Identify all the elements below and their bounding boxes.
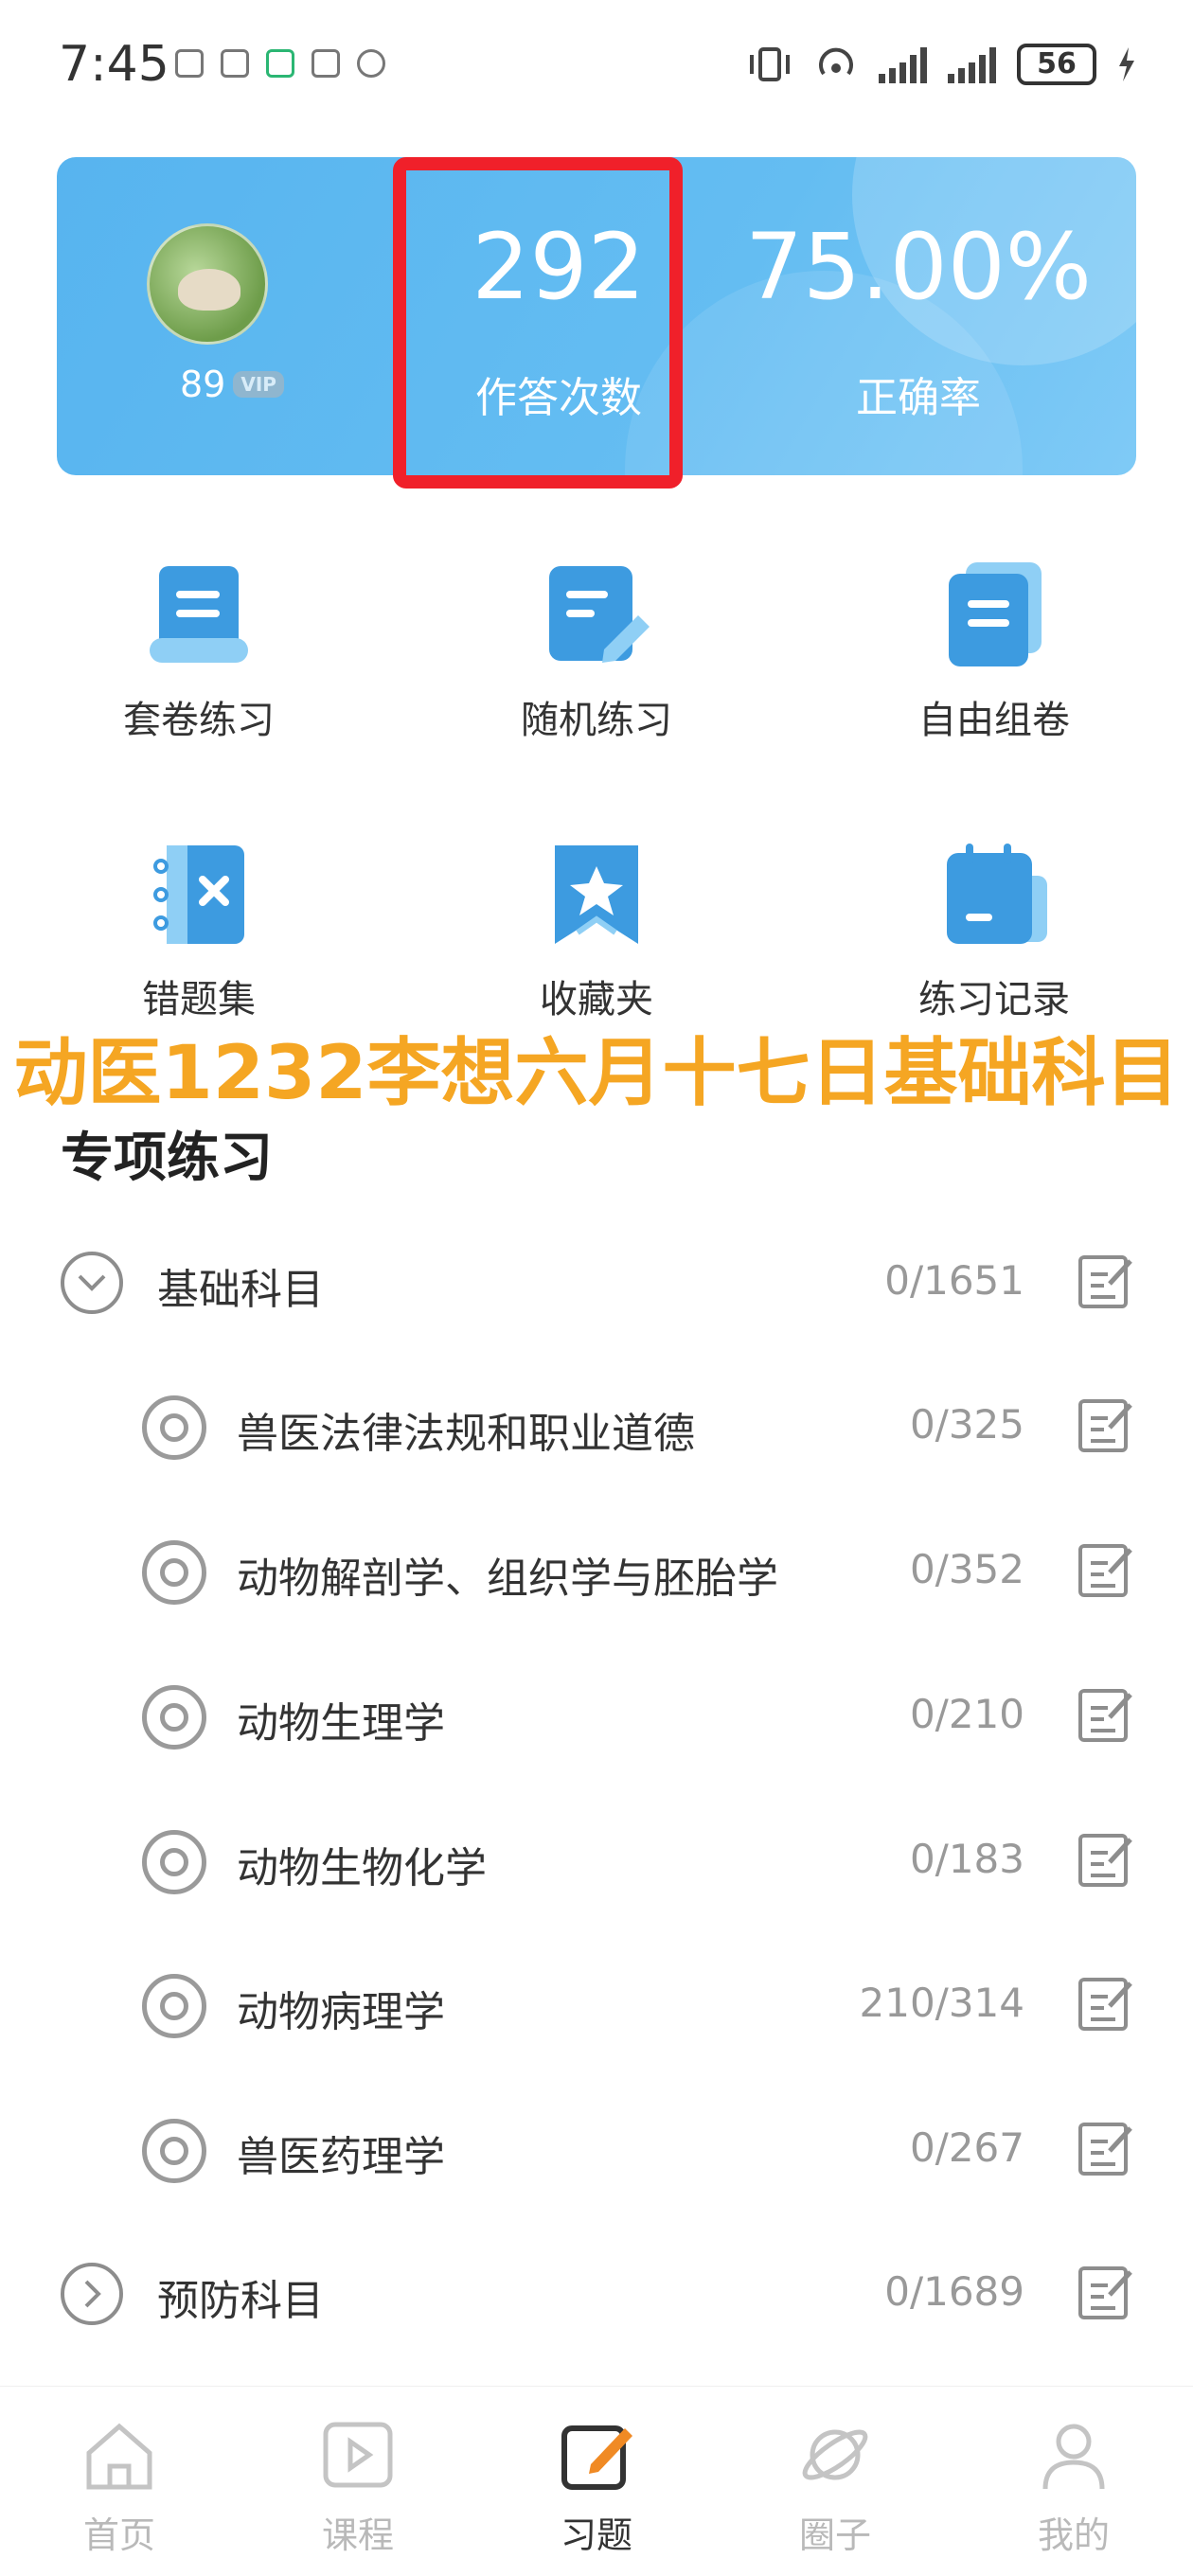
tab-profile[interactable]: 我的: [954, 2415, 1193, 2558]
tab-label: 首页: [82, 2514, 155, 2556]
subject-row[interactable]: 动物生物化学 0/183: [0, 1792, 1193, 1934]
stacked-docs-icon: [937, 559, 1051, 672]
category-label: 预防科目: [157, 2277, 324, 2325]
app-notification-icon: [175, 49, 204, 78]
feature-wrong-questions[interactable]: 错题集: [0, 838, 398, 1023]
radio-icon: [142, 1685, 206, 1750]
feature-favorites[interactable]: 收藏夹: [398, 838, 795, 1023]
edit-icon[interactable]: [1077, 2263, 1134, 2321]
edit-icon[interactable]: [1077, 1252, 1134, 1310]
doc-pencil-icon: [540, 559, 653, 672]
overlay-caption: 动医1232李想六月十七日基础科目: [13, 1031, 1180, 1116]
user-icon: [1042, 2424, 1105, 2490]
subject-count: 210/314: [859, 1980, 1024, 2026]
feature-label: 错题集: [142, 978, 256, 1022]
app-notification-icon: [266, 49, 294, 78]
edit-icon[interactable]: [1077, 1395, 1134, 1454]
planet-icon: [802, 2429, 868, 2480]
level-value: 89: [180, 364, 226, 405]
chevron-down-icon[interactable]: [61, 1252, 123, 1314]
accuracy-value: 75.00%: [744, 214, 1093, 320]
home-icon: [86, 2423, 152, 2490]
category-count: 0/1689: [884, 2268, 1024, 2315]
user-level: 89 VIP: [180, 364, 284, 405]
subject-label: 动物生物化学: [237, 1844, 487, 1892]
tab-home[interactable]: 首页: [0, 2415, 239, 2558]
battery-indicator: 56: [1017, 44, 1096, 85]
app-notification-icon: [221, 49, 249, 78]
subject-count: 0/210: [909, 1691, 1024, 1737]
charging-icon: [1119, 47, 1134, 81]
vibrate-icon: [750, 47, 790, 81]
radio-icon: [142, 1830, 206, 1894]
tab-community[interactable]: 圈子: [716, 2415, 954, 2558]
tab-label: 课程: [321, 2514, 394, 2556]
subject-count: 0/325: [909, 1401, 1024, 1448]
hotspot-icon: [819, 47, 853, 76]
radio-icon: [142, 2119, 206, 2183]
category-row-basic[interactable]: 基础科目 0/1651: [0, 1214, 1193, 1356]
tab-label: 习题: [560, 2514, 632, 2556]
feature-random-practice[interactable]: 随机练习: [398, 559, 795, 744]
feature-custom-paper[interactable]: 自由组卷: [795, 559, 1193, 744]
subject-count: 0/183: [909, 1836, 1024, 1882]
feature-label: 套卷练习: [123, 699, 275, 742]
edit-icon[interactable]: [1077, 2119, 1134, 2177]
feature-practice-records[interactable]: 练习记录: [795, 838, 1193, 1023]
feature-label: 自由组卷: [918, 699, 1070, 742]
edit-icon[interactable]: [1077, 1540, 1134, 1599]
subject-label: 兽医法律法规和职业道德: [237, 1410, 695, 1458]
vip-badge: VIP: [233, 371, 284, 398]
scroll-doc-icon: [142, 559, 256, 672]
subject-label: 动物病理学: [237, 1988, 445, 2036]
avatar-image: [178, 269, 240, 311]
subject-count: 0/267: [909, 2124, 1024, 2171]
chevron-right-icon[interactable]: [61, 2263, 123, 2325]
avatar[interactable]: [147, 223, 268, 345]
subject-row[interactable]: 动物病理学 210/314: [0, 1936, 1193, 2078]
radio-icon: [142, 1974, 206, 2038]
signal-icon: [948, 45, 996, 83]
subject-label: 动物解剖学、组织学与胚胎学: [237, 1554, 778, 1603]
subject-count: 0/352: [909, 1546, 1024, 1592]
edit-icon[interactable]: [1077, 1830, 1134, 1889]
category-label: 基础科目: [157, 1266, 324, 1314]
status-time: 7:45: [59, 36, 169, 93]
subject-row[interactable]: 动物生理学 0/210: [0, 1647, 1193, 1789]
highlight-box: [393, 157, 683, 489]
feature-label: 练习记录: [918, 978, 1070, 1022]
feature-label: 收藏夹: [540, 978, 653, 1022]
bluetooth-icon: [357, 49, 385, 78]
subject-row[interactable]: 动物解剖学、组织学与胚胎学 0/352: [0, 1502, 1193, 1644]
subject-row[interactable]: 兽医药理学 0/267: [0, 2081, 1193, 2223]
bottom-tab-bar: 首页 课程 习题 圈子 我的: [0, 2386, 1193, 2576]
play-icon: [323, 2422, 393, 2488]
subject-label: 兽医药理学: [237, 2133, 445, 2181]
category-count: 0/1651: [884, 1257, 1024, 1304]
notification-icons: [175, 49, 385, 78]
calendar-record-icon: [937, 838, 1051, 951]
category-row-prevention[interactable]: 预防科目 0/1689: [0, 2225, 1193, 2367]
tab-courses[interactable]: 课程: [239, 2415, 477, 2558]
subject-label: 动物生理学: [237, 1699, 445, 1748]
radio-icon: [142, 1395, 206, 1460]
bookmark-star-icon: [540, 838, 653, 951]
nfc-icon: [312, 49, 340, 78]
system-indicators: 56: [746, 44, 1136, 85]
edit-icon: [561, 2425, 632, 2490]
accuracy-label: 正确率: [856, 374, 981, 422]
edit-icon[interactable]: [1077, 1685, 1134, 1744]
radio-icon: [142, 1540, 206, 1605]
section-title: 专项练习: [61, 1128, 273, 1189]
status-bar: 7:45 56: [0, 0, 1193, 133]
tab-label: 我的: [1037, 2514, 1110, 2556]
tab-label: 圈子: [798, 2514, 871, 2556]
subject-row[interactable]: 兽医法律法规和职业道德 0/325: [0, 1358, 1193, 1500]
feature-label: 随机练习: [521, 699, 672, 742]
notebook-x-icon: [142, 838, 256, 951]
edit-icon[interactable]: [1077, 1974, 1134, 2033]
feature-paper-practice[interactable]: 套卷练习: [0, 559, 398, 744]
tab-exercises[interactable]: 习题: [477, 2415, 716, 2558]
signal-icon: [879, 45, 927, 83]
